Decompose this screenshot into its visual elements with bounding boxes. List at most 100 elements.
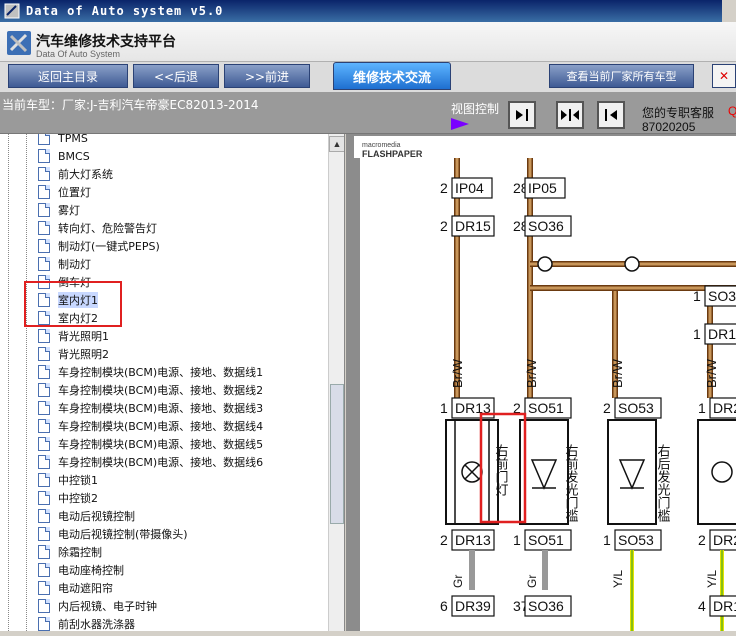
tree-item[interactable]: 电动后视镜控制 — [38, 507, 135, 525]
document-icon — [38, 419, 50, 433]
tree-item[interactable]: 内后视镜、电子时钟 — [38, 597, 157, 615]
back-main-button[interactable]: 返回主目录 — [8, 64, 128, 88]
window-title: Data of Auto system v5.0 — [26, 4, 224, 18]
connector-label: DR13 — [455, 532, 491, 548]
tree-item[interactable]: 除霜控制 — [38, 543, 102, 561]
tree-item-label: 背光照明2 — [58, 348, 109, 361]
view-all-models-button[interactable]: 查看当前厂家所有车型 — [549, 64, 694, 88]
view-left-pane-button[interactable] — [597, 101, 625, 129]
connector-label: IP05 — [528, 180, 557, 196]
window-titlebar: Data of Auto system v5.0 — [0, 0, 736, 22]
connector-label: DR15 — [455, 218, 491, 234]
tree-item[interactable]: 电动遮阳帘 — [38, 579, 113, 597]
topic-tree-pane: TPMS BMCS 前大灯系统位置灯雾灯 转向灯、危险警告灯制动灯(一键式PEPS) 制… — [0, 134, 345, 631]
wiring-diagram[interactable]: 2 IP04 28 IP05 2 DR15 28 SO36 1 SO3 1 DR1 Br/W Br/W Br… — [360, 158, 736, 631]
document-icon — [38, 257, 50, 271]
pin-number: 2 — [698, 532, 706, 548]
wire-color-label: Gr — [525, 575, 539, 588]
tree-item[interactable]: 中控锁1 — [38, 471, 98, 489]
scroll-up-icon[interactable]: ▲ — [329, 136, 344, 152]
document-icon — [38, 581, 50, 595]
pin-number: 2 — [603, 400, 611, 416]
document-icon — [38, 545, 50, 559]
view-right-pane-button[interactable] — [508, 101, 536, 129]
tree-item[interactable]: 背光照明1 — [38, 327, 109, 345]
wire-color-label: Y/L — [611, 570, 625, 588]
tools-logo-icon — [7, 31, 31, 55]
tree-item[interactable]: 车身控制模块(BCM)电源、接地、数据线6 — [38, 453, 263, 471]
tree-item-label: 中控锁2 — [58, 492, 98, 505]
junction-dot — [624, 256, 640, 272]
document-icon — [38, 509, 50, 523]
tree-item[interactable]: TPMS — [38, 134, 88, 147]
back-button[interactable]: <<后退 — [133, 64, 219, 88]
document-icon — [38, 167, 50, 181]
tree-item-label: 前大灯系统 — [58, 168, 113, 181]
tree-item[interactable]: 中控锁2 — [38, 489, 98, 507]
app-header: 汽车维修技术支持平台 Data Of Auto System — [0, 22, 736, 62]
pin-number: 1 — [698, 400, 706, 416]
tree-item[interactable]: 前刮水器洗涤器 — [38, 615, 135, 631]
tree-item-label: 中控锁1 — [58, 474, 98, 487]
scroll-thumb[interactable] — [330, 384, 344, 524]
tree-item-label: 背光照明1 — [58, 330, 109, 343]
pin-number: 2 — [440, 218, 448, 234]
tree-item[interactable]: BMCS — [38, 147, 90, 165]
document-viewer: macromedia FLASHPAPER 2 IP04 28 IP05 2 DR15 28… — [346, 134, 736, 631]
tree-item-label: 制动灯 — [58, 258, 91, 271]
close-icon[interactable]: ✕ — [712, 64, 736, 88]
expert-service-label: 您的专职客服 — [642, 106, 715, 120]
wire-color-label: Br/W — [450, 358, 465, 388]
pin-number: 1 — [693, 326, 701, 342]
tree-item[interactable]: 车身控制模块(BCM)电源、接地、数据线1 — [38, 363, 263, 381]
tree-item[interactable]: 车身控制模块(BCM)电源、接地、数据线4 — [38, 417, 263, 435]
tree-item[interactable]: 制动灯(一键式PEPS) — [38, 237, 160, 255]
lamp-symbol — [711, 461, 733, 483]
tree-scrollbar[interactable]: ▲ — [328, 134, 344, 631]
tree-item[interactable]: 车身控制模块(BCM)电源、接地、数据线3 — [38, 399, 263, 417]
tree-item[interactable]: 背光照明2 — [38, 345, 109, 363]
tree-item-label: 内后视镜、电子时钟 — [58, 600, 157, 613]
document-icon — [38, 401, 50, 415]
current-model: 当前车型：厂家:J-吉利汽车帝豪EC82013-2014 — [2, 98, 259, 112]
tree-item-label: 制动灯(一键式PEPS) — [58, 240, 160, 253]
view-control-label: 视图控制 — [451, 102, 500, 116]
tree-item[interactable]: 车身控制模块(BCM)电源、接地、数据线5 — [38, 435, 263, 453]
tree-item-label: 车身控制模块(BCM)电源、接地、数据线2 — [58, 384, 264, 397]
document-icon — [38, 455, 50, 469]
expand-right-icon — [516, 109, 528, 121]
view-split-button[interactable] — [556, 101, 584, 129]
tree-item[interactable]: 电动座椅控制 — [38, 561, 124, 579]
pin-number: 6 — [440, 598, 448, 614]
tree-item[interactable]: 电动后视镜控制(带摄像头) — [38, 525, 188, 543]
tree-item[interactable]: 转向灯、危险警告灯 — [38, 219, 157, 237]
pin-number: 1 — [513, 532, 521, 548]
tree-item-label: 车身控制模块(BCM)电源、接地、数据线3 — [58, 402, 264, 415]
tab-exchange[interactable]: 维修技术交流 — [333, 62, 451, 90]
document-icon — [38, 239, 50, 253]
document-icon — [38, 563, 50, 577]
document-icon — [38, 203, 50, 217]
app-icon — [4, 3, 20, 19]
tree-item-label: TPMS — [58, 134, 88, 145]
connector-label: DR1 — [713, 598, 736, 614]
tree-item-label: 位置灯 — [58, 186, 91, 199]
connector-label: DR2 — [713, 532, 736, 548]
document-icon — [38, 149, 50, 163]
tree-item-label: 车身控制模块(BCM)电源、接地、数据线1 — [58, 366, 264, 379]
connector-label: SO53 — [618, 400, 654, 416]
purple-arrow-icon — [451, 118, 469, 130]
expert-service-link[interactable]: Q — [728, 104, 736, 118]
forward-button[interactable]: >>前进 — [224, 64, 310, 88]
flashpaper-brand-small: macromedia — [362, 142, 401, 149]
expand-left-icon — [605, 109, 617, 121]
tree-item[interactable]: 雾灯 — [38, 201, 80, 219]
tree-guide-line — [8, 134, 9, 631]
tree-item[interactable]: 车身控制模块(BCM)电源、接地、数据线2 — [38, 381, 263, 399]
tree-item-label: 车身控制模块(BCM)电源、接地、数据线5 — [58, 438, 264, 451]
tree-item[interactable]: 制动灯 — [38, 255, 91, 273]
document-icon — [38, 491, 50, 505]
tree-item[interactable]: 前大灯系统 — [38, 165, 113, 183]
component-label: 右前门灯 — [493, 444, 509, 497]
tree-item[interactable]: 位置灯 — [38, 183, 91, 201]
